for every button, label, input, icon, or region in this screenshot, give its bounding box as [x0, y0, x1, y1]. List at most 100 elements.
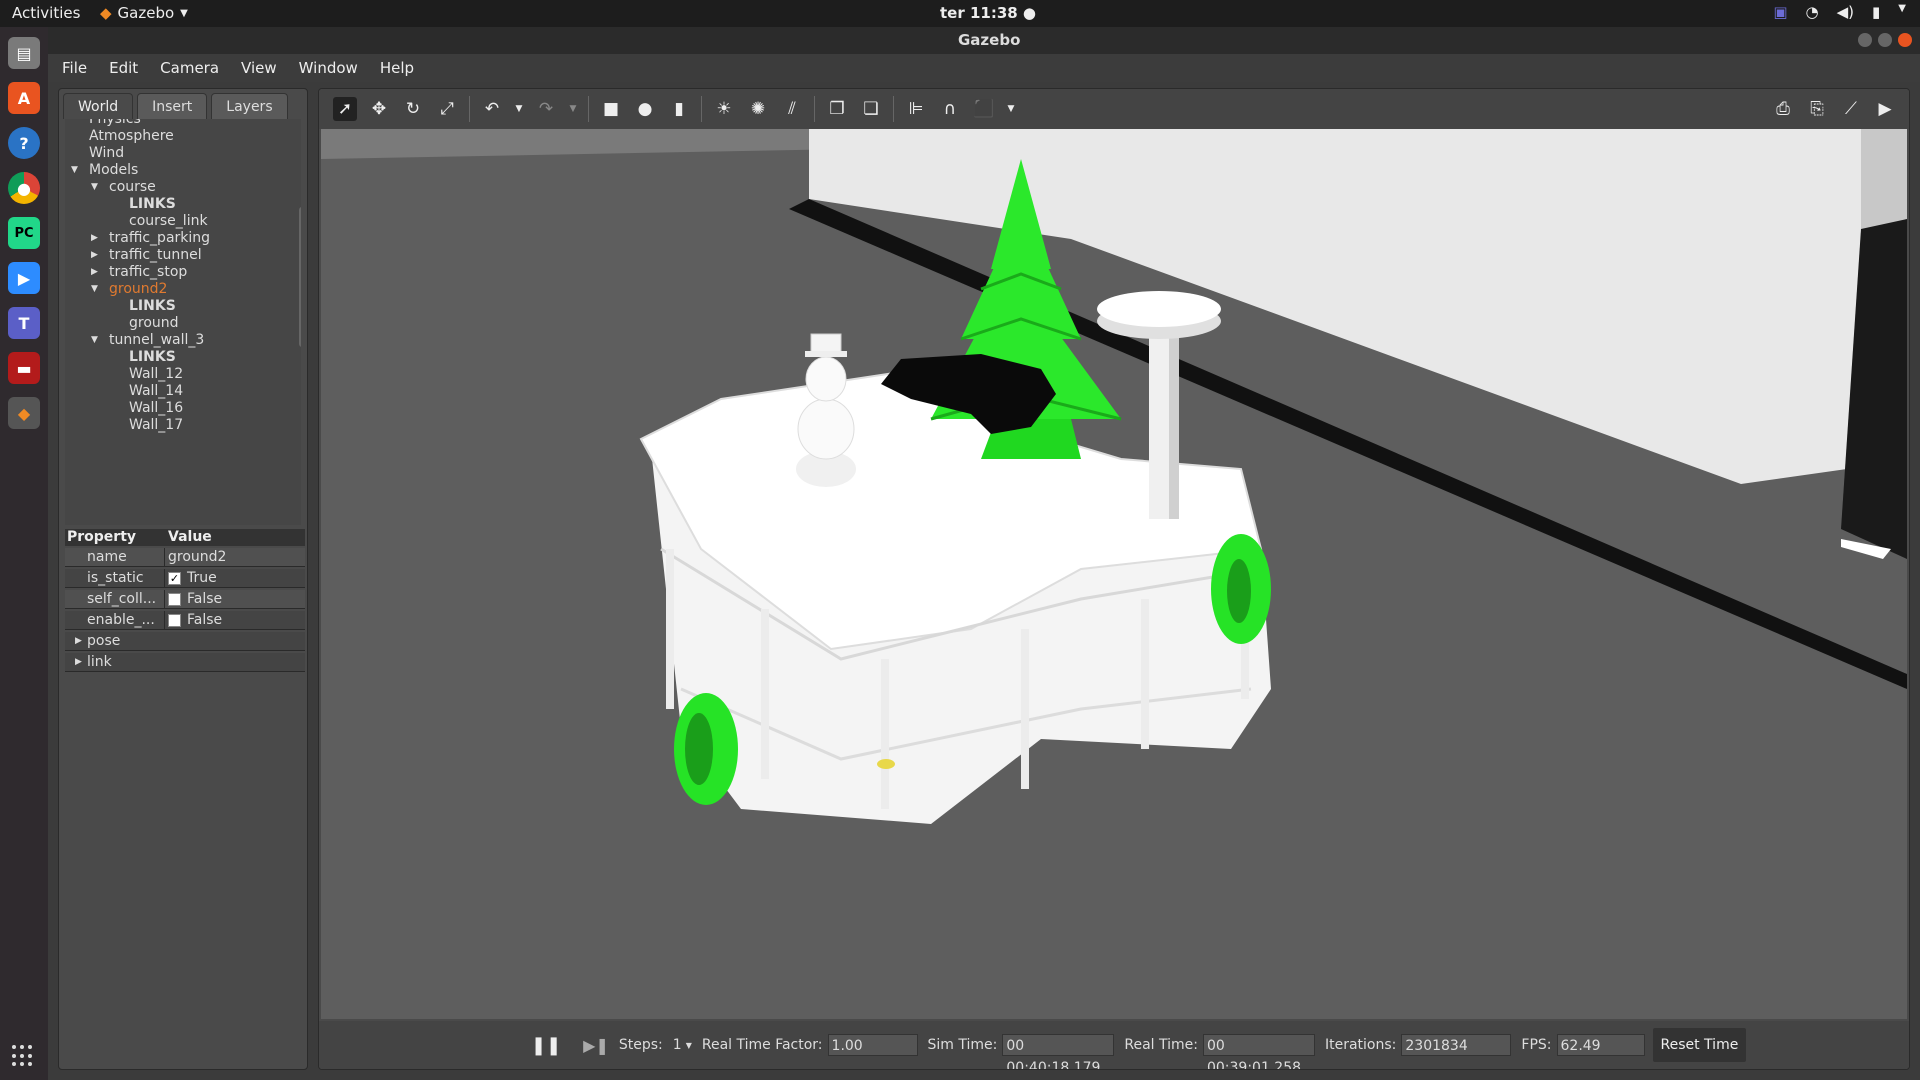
tree-item[interactable]: Physics	[65, 119, 301, 128]
select-mode-icon[interactable]: ➚	[333, 97, 357, 121]
screenshot-icon[interactable]: ⎙	[1771, 97, 1795, 121]
teams-tray-icon[interactable]: ▣	[1773, 3, 1787, 21]
menu-file[interactable]: File	[62, 59, 87, 77]
collapse-arrow-icon[interactable]: ▼	[71, 162, 78, 179]
cylinder-shape-icon[interactable]: ▮	[667, 97, 691, 121]
steps-spinner[interactable]: 1	[673, 1037, 682, 1053]
video-record-icon[interactable]: ▶	[1873, 97, 1897, 121]
change-view-icon[interactable]: ⬛	[972, 97, 996, 121]
zoom-icon[interactable]: ▶	[8, 262, 40, 294]
software-center-icon[interactable]: A	[8, 82, 40, 114]
menu-help[interactable]: Help	[380, 59, 414, 77]
maximize-button[interactable]	[1878, 33, 1892, 47]
menu-camera[interactable]: Camera	[160, 59, 219, 77]
tree-item[interactable]: Wind	[65, 145, 301, 162]
tree-item[interactable]: Atmosphere	[65, 128, 301, 145]
tree-item[interactable]: ▼ Models	[65, 162, 301, 179]
copy-icon[interactable]: ❐	[825, 97, 849, 121]
menu-window[interactable]: Window	[299, 59, 358, 77]
directional-light-icon[interactable]: ⫽	[780, 97, 804, 121]
tab-layers[interactable]: Layers	[211, 93, 288, 119]
point-light-icon[interactable]: ☀	[712, 97, 736, 121]
chevron-down-icon[interactable]: ▼	[1898, 3, 1906, 21]
files-icon[interactable]: ▤	[8, 37, 40, 69]
expand-arrow-icon: ▶	[75, 657, 82, 667]
expand-arrow-icon[interactable]: ▶	[91, 230, 98, 247]
tree-item[interactable]: LINKS	[65, 349, 301, 366]
gazebo-dock-icon[interactable]: ◆	[8, 397, 40, 429]
paste-icon[interactable]: ❏	[859, 97, 883, 121]
property-value[interactable]: ground2	[165, 548, 305, 566]
property-row-is-static[interactable]: is_static ✓ True	[65, 569, 305, 588]
property-row-self-collide[interactable]: self_coll... False	[65, 590, 305, 609]
tree-item[interactable]: ▶ traffic_tunnel	[65, 247, 301, 264]
chrome-icon[interactable]: ●	[8, 172, 40, 204]
view-dropdown-icon[interactable]: ▼	[1006, 97, 1016, 121]
enable-checkbox[interactable]	[168, 613, 181, 627]
self-collide-checkbox[interactable]	[168, 592, 181, 606]
volume-icon[interactable]: ◀)	[1837, 3, 1854, 21]
tree-item[interactable]: Wall_12	[65, 366, 301, 383]
minimize-button[interactable]	[1858, 33, 1872, 47]
tree-item-label: course	[109, 179, 156, 195]
tab-insert[interactable]: Insert	[137, 93, 208, 119]
expand-arrow-icon[interactable]: ▶	[91, 247, 98, 264]
teams-icon[interactable]: T	[8, 307, 40, 339]
wifi-icon[interactable]: ◔	[1806, 3, 1819, 21]
tree-item[interactable]: ground	[65, 315, 301, 332]
plot-icon[interactable]: ⟋	[1839, 97, 1863, 121]
world-tree[interactable]: Physics Atmosphere Wind ▼ Models ▼ course LINKS…	[65, 119, 301, 525]
property-row-enable-wind[interactable]: enable_... False	[65, 611, 305, 630]
system-tray[interactable]: ▣ ◔ ◀) ▮ ▼	[1773, 3, 1906, 21]
undo-icon[interactable]: ↶	[480, 97, 504, 121]
collapse-arrow-icon[interactable]: ▼	[91, 179, 98, 196]
undo-dropdown-icon[interactable]: ▼	[514, 97, 524, 121]
tree-item[interactable]: LINKS	[65, 298, 301, 315]
property-group-pose[interactable]: ▶ pose	[65, 632, 305, 651]
property-group-link[interactable]: ▶ link	[65, 653, 305, 672]
tree-item[interactable]: ▶ traffic_parking	[65, 230, 301, 247]
tree-item[interactable]: ▼ tunnel_wall_3	[65, 332, 301, 349]
help-icon[interactable]: ?	[8, 127, 40, 159]
scene-viewport[interactable]	[321, 129, 1907, 1019]
collapse-arrow-icon[interactable]: ▼	[91, 281, 98, 298]
clock[interactable]: ter 11:38 ●	[940, 4, 1036, 22]
tree-item[interactable]: Wall_17	[65, 417, 301, 434]
close-button[interactable]	[1898, 33, 1912, 47]
is-static-checkbox[interactable]: ✓	[168, 571, 181, 585]
log-icon[interactable]: ⎘	[1805, 97, 1829, 121]
sphere-shape-icon[interactable]: ●	[633, 97, 657, 121]
terminal-icon[interactable]: ▬	[8, 352, 40, 384]
redo-dropdown-icon[interactable]: ▼	[568, 97, 578, 121]
translate-mode-icon[interactable]: ✥	[367, 97, 391, 121]
tree-item[interactable]: ▼ ground2	[65, 281, 301, 298]
step-icon[interactable]: ▶❚	[583, 1036, 609, 1055]
snap-icon[interactable]: ∩	[938, 97, 962, 121]
battery-icon[interactable]: ▮	[1872, 3, 1880, 21]
menu-edit[interactable]: Edit	[109, 59, 138, 77]
box-shape-icon[interactable]: ■	[599, 97, 623, 121]
tree-item[interactable]: ▶ traffic_stop	[65, 264, 301, 281]
tree-item[interactable]: course_link	[65, 213, 301, 230]
tree-item[interactable]: Wall_16	[65, 400, 301, 417]
collapse-arrow-icon[interactable]: ▼	[91, 332, 98, 349]
tree-item[interactable]: LINKS	[65, 196, 301, 213]
pause-icon[interactable]: ❚❚	[531, 1035, 561, 1056]
show-applications-icon[interactable]	[12, 1045, 34, 1067]
rotate-mode-icon[interactable]: ↻	[401, 97, 425, 121]
expand-arrow-icon[interactable]: ▶	[91, 264, 98, 281]
activities-button[interactable]: Activities	[12, 4, 80, 22]
menu-view[interactable]: View	[241, 59, 277, 77]
tree-item[interactable]: ▼ course	[65, 179, 301, 196]
app-menu[interactable]: ◆ Gazebo ▼	[100, 4, 188, 22]
reset-time-button[interactable]: Reset Time	[1652, 1028, 1747, 1062]
spot-light-icon[interactable]: ✺	[746, 97, 770, 121]
redo-icon[interactable]: ↷	[534, 97, 558, 121]
property-row-name[interactable]: name ground2	[65, 548, 305, 567]
tab-world[interactable]: World	[63, 93, 134, 119]
scale-mode-icon[interactable]: ⤢	[435, 97, 459, 121]
tree-item[interactable]: Wall_14	[65, 383, 301, 400]
pycharm-icon[interactable]: PC	[8, 217, 40, 249]
align-icon[interactable]: ⊫	[904, 97, 928, 121]
steps-dropdown-icon[interactable]: ▼	[686, 1041, 692, 1050]
